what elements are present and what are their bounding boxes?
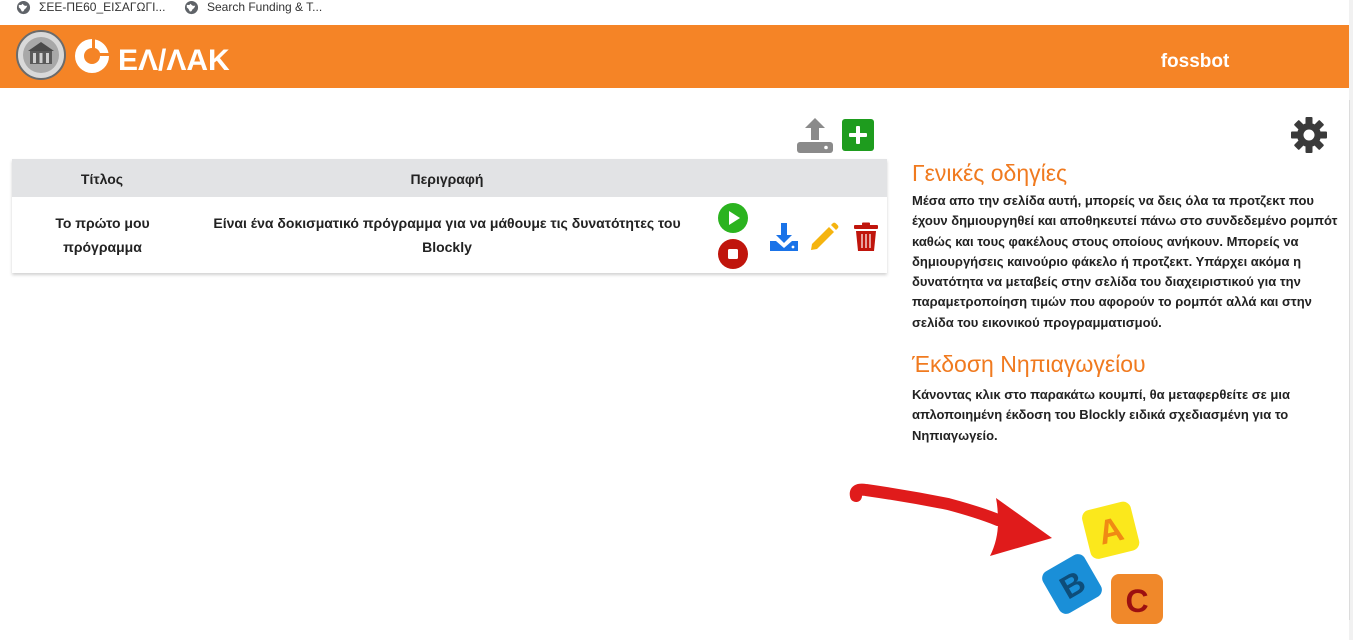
add-project-button[interactable]	[842, 119, 874, 151]
project-title: Το πρώτο μου πρόγραμμα	[55, 215, 150, 255]
gear-icon[interactable]	[1290, 116, 1328, 154]
column-header-title: Τίτλος	[80, 171, 124, 187]
column-header-description: Περιγραφή	[410, 171, 484, 187]
bookmark-label: ΣΕΕ-ΠΕ60_ΕΙΣΑΓΩΓΙ...	[39, 0, 166, 14]
globe-icon	[184, 0, 199, 14]
trash-icon[interactable]	[850, 221, 882, 253]
globe-icon	[16, 0, 31, 14]
upload-icon[interactable]	[796, 116, 834, 154]
table-header: Τίτλος Περιγραφή	[12, 159, 887, 197]
app-header: ΕΛ/ΛΑΚ fossbot	[0, 25, 1349, 88]
username[interactable]: fossbot	[1130, 51, 1260, 73]
stop-icon[interactable]	[718, 239, 748, 269]
kindergarten-edition-text: Κάνοντας κλικ στο παρακάτω κουμπί, θα με…	[912, 387, 1290, 443]
project-description: Είναι ένα δοκισματικό πρόγραμμα για να μ…	[213, 215, 681, 255]
play-icon[interactable]	[718, 203, 748, 233]
ellak-logo-icon[interactable]	[72, 36, 112, 76]
bookmark-label: Search Funding & T...	[207, 0, 323, 14]
logo-text[interactable]: ΕΛ/ΛΑΚ	[118, 44, 230, 78]
kindergarten-edition-title: Έκδοση Νηπιαγωγείου	[912, 351, 1146, 377]
download-icon[interactable]	[768, 221, 800, 253]
bookmarks-bar: ΣΕΕ-ΠΕ60_ΕΙΣΑΓΩΓΙ... Search Funding & T.…	[0, 0, 1353, 24]
projects-table: Τίτλος Περιγραφή Το πρώτο μου πρόγραμμα …	[12, 159, 887, 273]
bookmark-item[interactable]: Search Funding & T...	[184, 0, 322, 14]
block-letter-c: C	[1125, 583, 1148, 619]
kindergarten-abc-blocks-button[interactable]: A B C	[1036, 496, 1168, 628]
red-arrow-annotation	[849, 483, 1052, 556]
scrollbar[interactable]	[1349, 0, 1353, 640]
general-instructions-text: Μέσα απο την σελίδα αυτή, μπορείς να δει…	[912, 193, 1338, 330]
university-seal-icon	[16, 30, 66, 80]
bookmark-item[interactable]: ΣΕΕ-ΠΕ60_ΕΙΣΑΓΩΓΙ...	[16, 0, 165, 14]
general-instructions-title: Γενικές οδηγίες	[912, 160, 1068, 186]
pencil-icon[interactable]	[808, 221, 840, 253]
